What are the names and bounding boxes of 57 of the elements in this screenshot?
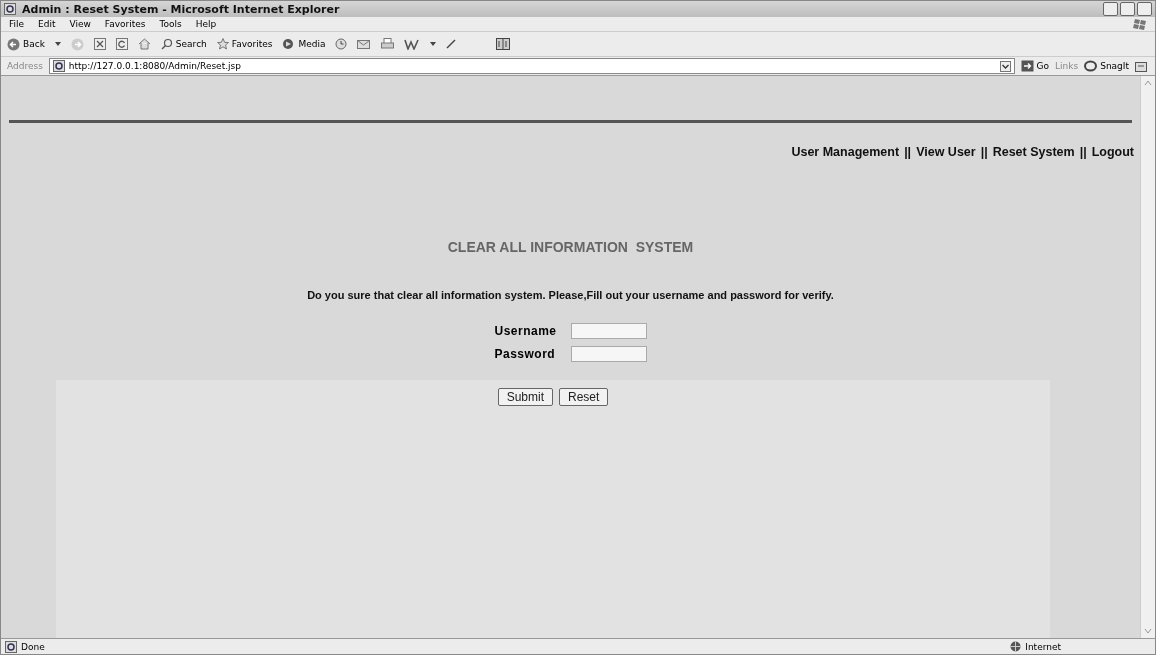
search-button[interactable]: Search (160, 38, 207, 50)
menu-item[interactable]: File (9, 19, 25, 29)
menu-item[interactable]: Tools (159, 19, 182, 29)
mail-icon (357, 38, 372, 50)
back-button[interactable]: Back (7, 37, 45, 51)
home-icon (137, 38, 151, 50)
snagit-button[interactable]: SnagIt (1084, 60, 1129, 72)
status-text: Done (21, 641, 45, 652)
search-icon (160, 38, 173, 50)
password-field[interactable] (570, 346, 647, 362)
capture-icon (1135, 60, 1149, 72)
go-button[interactable]: Go (1020, 60, 1050, 72)
nav-link[interactable]: Logout (1091, 145, 1134, 159)
window-title: Admin : Reset System - Microsoft Internet Explorer (22, 2, 341, 16)
menu-item[interactable]: Edit (38, 19, 56, 29)
favorites-button[interactable]: Favorites (216, 38, 273, 50)
print-icon (381, 38, 395, 50)
page-icon (52, 60, 65, 72)
username-field[interactable] (570, 323, 647, 339)
nav-link[interactable]: User Management (791, 145, 900, 159)
page-heading: CLEAR ALL INFORMATION SYSTEM (446, 239, 695, 255)
field-label: Password (494, 347, 557, 361)
menu-item[interactable]: View (69, 19, 91, 29)
nav-link[interactable]: Reset System (992, 145, 1075, 159)
globe-icon (1010, 641, 1022, 652)
caret-icon (430, 42, 437, 46)
close-button[interactable] (1137, 2, 1152, 16)
nav-separator: || (904, 145, 912, 159)
menu-item[interactable]: Favorites (104, 19, 146, 29)
nav-link[interactable]: View User (916, 145, 976, 159)
back-arrow-icon (7, 37, 20, 51)
address-label: Address (7, 61, 43, 71)
page-icon (5, 640, 17, 653)
star-icon (216, 38, 229, 50)
nav-separator: || (980, 145, 988, 159)
address-field[interactable]: http://127.0.0.1:8080/Admin/Reset.jsp (48, 58, 1015, 74)
scrollbar[interactable] (1140, 76, 1155, 638)
field-label: Username (494, 324, 557, 338)
media-icon (282, 38, 296, 50)
restore-button[interactable] (1120, 2, 1135, 16)
history-icon (335, 38, 348, 50)
media-button[interactable]: Media (282, 38, 326, 50)
reset-button[interactable]: Reset (559, 388, 609, 406)
windows-logo-icon (1133, 18, 1147, 30)
book-icon (496, 38, 511, 50)
refresh-icon (115, 38, 128, 50)
stop-icon (93, 38, 106, 50)
dropdown-icon (999, 60, 1011, 72)
instruction-text: Do you sure that clear all information system. Please,Fill out your username and password for verify. (306, 289, 835, 301)
menu-item[interactable]: Help (195, 19, 217, 29)
go-arrow-icon (1020, 60, 1034, 72)
nav-separator: || (1079, 145, 1087, 159)
browser-icon (4, 3, 16, 15)
minimize-button[interactable] (1103, 2, 1118, 16)
caret-icon (54, 42, 61, 46)
submit-button[interactable]: Submit (497, 388, 553, 406)
zone-text: Internet (1025, 641, 1061, 652)
